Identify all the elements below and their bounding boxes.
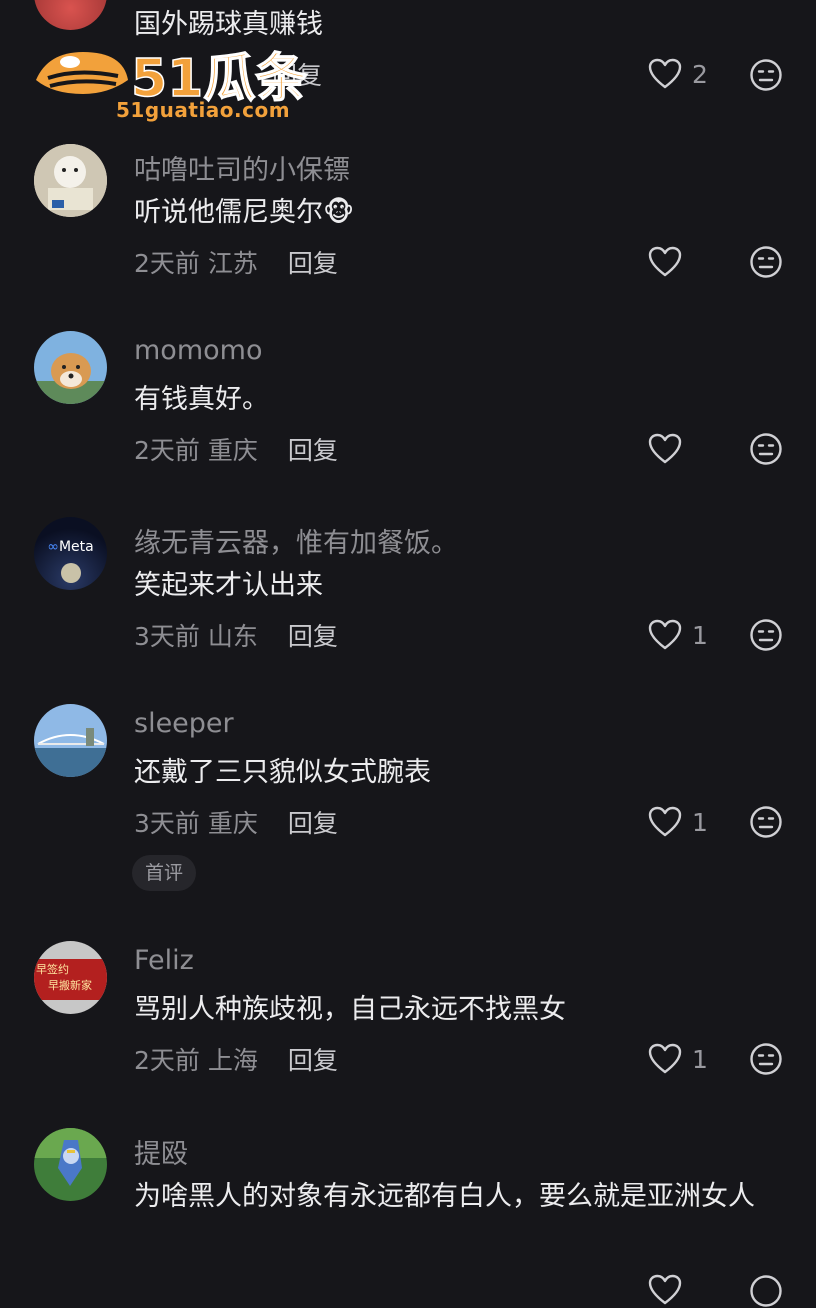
reply-button[interactable]: 回复: [288, 1046, 338, 1075]
dislike-face-icon[interactable]: [749, 1042, 783, 1076]
comment-text: 听说他儒尼奥尔🐵: [134, 189, 776, 236]
comment-text: 为啥黑人的对象有永远都有白人，要么就是亚洲女人: [134, 1181, 755, 1212]
first-comment-badge: 首评: [132, 855, 197, 891]
like-count: 2: [692, 59, 708, 89]
comment-location: 上海: [207, 1046, 258, 1075]
comment-text: 还戴了三只貌似女式腕表: [134, 757, 431, 788]
reply-button[interactable]: 回复: [288, 622, 338, 651]
dislike-face-icon[interactable]: [749, 805, 783, 839]
username[interactable]: Feliz: [134, 945, 194, 976]
avatar[interactable]: ∞Meta: [34, 517, 107, 590]
dislike-face-icon[interactable]: [749, 245, 783, 279]
comment-time: 3天前: [134, 809, 200, 838]
heart-icon: [648, 433, 682, 464]
comment-meta: 2天前 重庆 回复: [134, 431, 338, 467]
comment-meta: 3天前 山东 回复: [134, 617, 338, 653]
infinity-icon: ∞: [47, 539, 59, 555]
avatar[interactable]: [34, 144, 107, 217]
reply-button[interactable]: 回复: [288, 809, 338, 838]
like-button[interactable]: 1: [648, 619, 708, 651]
username[interactable]: 提殴: [134, 1132, 188, 1171]
username[interactable]: momomo: [134, 335, 262, 366]
heart-icon: [648, 1043, 682, 1074]
avatar[interactable]: 早签约 早搬新家: [34, 941, 107, 1014]
like-button[interactable]: 2: [648, 58, 708, 90]
like-button[interactable]: 1: [648, 1043, 708, 1075]
avatar-banner: 早签约 早搬新家: [34, 959, 107, 1000]
heart-icon: [648, 619, 682, 650]
reply-button[interactable]: 回复: [288, 436, 338, 465]
watermark-logo: 51瓜条 51guatiao.com: [28, 30, 328, 130]
comment-meta: 3天前 重庆 回复: [134, 804, 338, 840]
comment-text-body: 听说他儒尼奥尔: [134, 197, 323, 228]
username[interactable]: sleeper: [134, 708, 234, 739]
heart-icon: [648, 58, 682, 89]
comment-location: 江苏: [207, 249, 258, 278]
comment-location: 重庆: [207, 809, 258, 838]
dislike-face-icon[interactable]: [749, 618, 783, 652]
username[interactable]: 缘无青云器，惟有加餐饭。: [134, 521, 458, 560]
heart-icon: [648, 246, 682, 277]
comment-time: 2天前: [134, 1046, 200, 1075]
dislike-face-icon[interactable]: [749, 1274, 783, 1308]
like-button[interactable]: 1: [648, 806, 708, 838]
dislike-face-icon[interactable]: [749, 58, 783, 92]
monkey-emoji: 🐵: [323, 197, 355, 228]
comment-time: 3天前: [134, 622, 200, 651]
like-button[interactable]: [648, 246, 692, 278]
avatar[interactable]: [34, 1128, 107, 1201]
comment-text: 有钱真好。: [134, 384, 269, 415]
avatar[interactable]: [34, 704, 107, 777]
avatar[interactable]: [34, 331, 107, 404]
comment-text: 笑起来才认出来: [134, 570, 323, 601]
avatar[interactable]: [34, 0, 107, 30]
comment-time: 2天前: [134, 249, 200, 278]
comment-text: 骂别人种族歧视，自己永远不找黑女: [134, 994, 566, 1025]
comment-location: 重庆: [207, 436, 258, 465]
dislike-face-icon[interactable]: [749, 432, 783, 466]
username[interactable]: 咕噜吐司的小保镖: [134, 148, 350, 187]
like-button[interactable]: [648, 433, 692, 465]
comment-time: 2天前: [134, 436, 200, 465]
comment-meta: 2天前 上海 回复: [134, 1041, 338, 1077]
comment-meta: 2天前 江苏 回复: [134, 244, 338, 280]
like-count: 1: [692, 807, 708, 837]
heart-icon[interactable]: [648, 1274, 682, 1306]
like-count: 1: [692, 1044, 708, 1074]
watermark-url: 51guatiao.com: [116, 98, 291, 122]
reply-button[interactable]: 回复: [288, 249, 338, 278]
comment-location: 山东: [207, 622, 258, 651]
heart-icon: [648, 806, 682, 837]
like-count: 1: [692, 620, 708, 650]
avatar-meta-label: ∞Meta: [47, 539, 94, 555]
